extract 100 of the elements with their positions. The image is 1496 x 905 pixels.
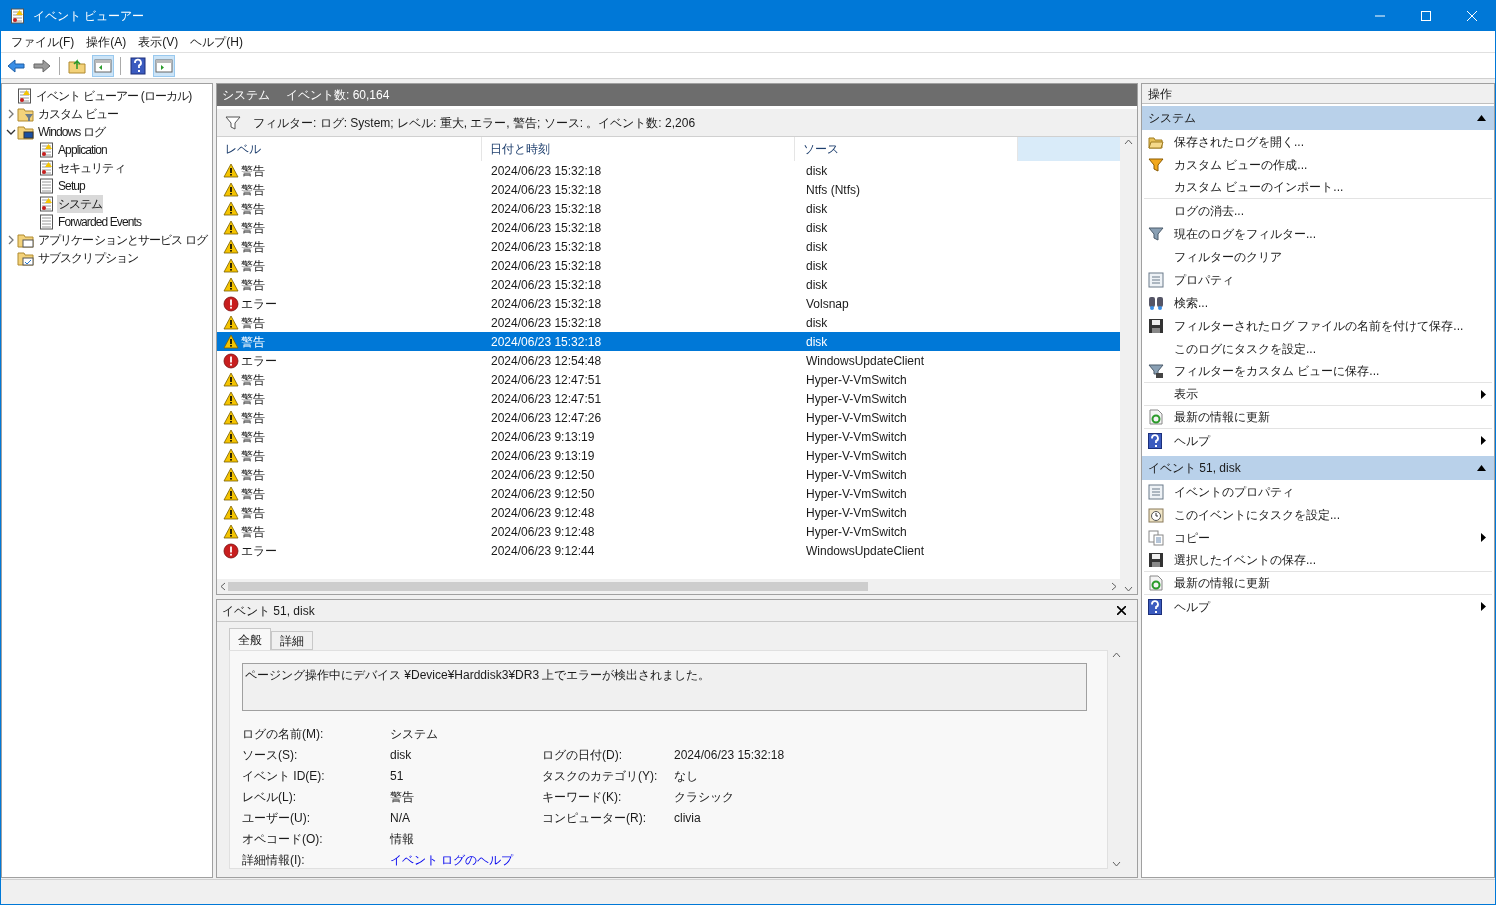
tree-item[interactable]: セキュリティ (57, 159, 126, 177)
level-text: 警告 (241, 257, 265, 275)
action-item[interactable]: 最新の情報に更新 (1144, 572, 1492, 595)
event-row[interactable]: 警告 2024/06/23 15:32:18 disk (217, 161, 1120, 180)
vertical-scrollbar[interactable] (1120, 137, 1137, 594)
tree-item[interactable]: Windows ログ (37, 123, 106, 141)
error-icon (223, 295, 239, 312)
action-item[interactable]: コピー (1144, 526, 1492, 549)
event-row[interactable]: 警告 2024/06/23 9:13:19 Hyper-V-VmSwitch (217, 427, 1120, 446)
field-value: disk (390, 747, 412, 764)
detail-tab[interactable]: 詳細 (271, 631, 313, 650)
warning-icon (223, 220, 239, 235)
action-item[interactable]: カスタム ビューのインポート... (1144, 176, 1492, 199)
event-row[interactable]: 警告 2024/06/23 9:12:48 Hyper-V-VmSwitch (217, 522, 1120, 541)
level-text: 警告 (241, 390, 265, 408)
log-icon (39, 214, 54, 230)
action-item[interactable]: 最新の情報に更新 (1144, 406, 1492, 429)
menu-item[interactable]: 操作(A) (80, 32, 133, 51)
tree-item[interactable]: Application (57, 141, 108, 159)
collapse-triangle-icon[interactable] (1477, 465, 1486, 471)
column-header[interactable]: レベル (217, 137, 482, 161)
scroll-up-icon[interactable] (1112, 652, 1121, 658)
scroll-right-icon[interactable] (1111, 582, 1117, 591)
action-item[interactable]: 表示 (1144, 383, 1492, 406)
detail-tab[interactable]: 全般 (229, 628, 271, 650)
tree-item[interactable]: アプリケーションとサービス ログ (37, 231, 208, 249)
scroll-up-icon[interactable] (1124, 139, 1133, 145)
event-row[interactable]: 警告 2024/06/23 15:32:18 disk (217, 256, 1120, 275)
event-row[interactable]: エラー 2024/06/23 9:12:44 WindowsUpdateClient (217, 541, 1120, 560)
expand-chevron-icon[interactable] (7, 109, 15, 119)
action-item[interactable]: 検索... (1144, 291, 1492, 314)
action-item[interactable]: プロパティ (1144, 268, 1492, 291)
tree-item[interactable]: Setup (57, 177, 86, 195)
menu-item[interactable]: ヘルプ(H) (184, 32, 249, 51)
section-header[interactable]: システム (1142, 106, 1494, 130)
event-row[interactable]: 警告 2024/06/23 12:47:26 Hyper-V-VmSwitch (217, 408, 1120, 427)
tree-item[interactable]: イベント ビューアー (ローカル) (35, 87, 193, 105)
event-row[interactable]: 警告 2024/06/23 9:12:48 Hyper-V-VmSwitch (217, 503, 1120, 522)
action-item[interactable]: このログにタスクを設定... (1144, 337, 1492, 360)
filter-summary: フィルター: ログ: System; レベル: 重大, エラー, 警告; ソース: 。イベント数: 2,206 (253, 114, 696, 132)
tree-item[interactable]: システム (57, 195, 104, 213)
event-row[interactable]: 警告 2024/06/23 15:32:18 disk (217, 275, 1120, 294)
scroll-down-icon[interactable] (1124, 586, 1133, 592)
action-item[interactable]: 現在のログをフィルター... (1144, 222, 1492, 245)
event-row[interactable]: 警告 2024/06/23 12:47:51 Hyper-V-VmSwitch (217, 370, 1120, 389)
action-item[interactable]: 保存されたログを開く... (1144, 130, 1492, 153)
tree-item[interactable]: Forwarded Events (57, 213, 142, 231)
date-time-text: 2024/06/23 9:13:19 (491, 448, 595, 463)
action-item[interactable]: カスタム ビューの作成... (1144, 153, 1492, 176)
warning-icon (223, 334, 239, 349)
field-label: ログの名前(M): (242, 726, 325, 743)
field-value: クラシック (674, 789, 734, 806)
horizontal-scrollbar[interactable] (217, 579, 1120, 594)
tree-item[interactable]: サブスクリプション (37, 249, 139, 267)
column-header[interactable]: ソース (794, 137, 1018, 161)
collapse-triangle-icon[interactable] (1477, 115, 1486, 121)
column-header[interactable]: 日付と時刻 (481, 137, 795, 161)
level-text: 警告 (241, 238, 265, 256)
close-icon[interactable] (1117, 606, 1126, 615)
date-time-text: 2024/06/23 9:13:19 (491, 429, 595, 444)
expand-chevron-icon[interactable] (7, 235, 15, 245)
action-item[interactable]: このイベントにタスクを設定... (1144, 503, 1492, 526)
section-header[interactable]: イベント 51, disk (1142, 456, 1494, 480)
action-item[interactable]: フィルターをカスタム ビューに保存... (1144, 360, 1492, 383)
event-row[interactable]: エラー 2024/06/23 12:54:48 WindowsUpdateClient (217, 351, 1120, 370)
refresh-icon (1148, 409, 1164, 425)
menu-item[interactable]: 表示(V) (132, 32, 185, 51)
tree-item[interactable]: カスタム ビュー (37, 105, 120, 123)
action-item[interactable]: イベントのプロパティ (1144, 480, 1492, 503)
event-row[interactable]: 警告 2024/06/23 15:32:18 disk (217, 218, 1120, 237)
field-label: オペコード(O): (242, 831, 324, 848)
source-text: Ntfs (Ntfs) (806, 182, 860, 197)
level-text: エラー (241, 542, 277, 560)
scroll-left-icon[interactable] (220, 582, 226, 591)
level-text: 警告 (241, 219, 265, 237)
event-row[interactable]: 警告 2024/06/23 9:12:50 Hyper-V-VmSwitch (217, 465, 1120, 484)
action-item[interactable]: フィルターされたログ ファイルの名前を付けて保存... (1144, 314, 1492, 337)
action-item[interactable]: フィルターのクリア (1144, 245, 1492, 268)
date-time-text: 2024/06/23 15:32:18 (491, 315, 602, 330)
scroll-down-icon[interactable] (1112, 861, 1121, 867)
collapse-chevron-icon[interactable] (6, 128, 16, 136)
event-row[interactable]: 警告 2024/06/23 15:32:18 Ntfs (Ntfs) (217, 180, 1120, 199)
event-row[interactable]: エラー 2024/06/23 15:32:18 Volsnap (217, 294, 1120, 313)
event-row[interactable]: 警告 2024/06/23 15:32:18 disk (217, 332, 1120, 351)
event-row[interactable]: 警告 2024/06/23 15:32:18 disk (217, 199, 1120, 218)
action-item[interactable]: ヘルプ (1144, 429, 1492, 452)
source-text: Volsnap (806, 296, 849, 311)
action-item[interactable]: 選択したイベントの保存... (1144, 549, 1492, 572)
menu-item[interactable]: ファイル(F) (5, 32, 81, 51)
level-text: 警告 (241, 523, 265, 541)
event-row[interactable]: 警告 2024/06/23 15:32:18 disk (217, 237, 1120, 256)
event-row[interactable]: 警告 2024/06/23 9:13:19 Hyper-V-VmSwitch (217, 446, 1120, 465)
event-row[interactable]: 警告 2024/06/23 9:12:50 Hyper-V-VmSwitch (217, 484, 1120, 503)
event-row[interactable]: 警告 2024/06/23 15:32:18 disk (217, 313, 1120, 332)
event-row[interactable]: 警告 2024/06/23 12:47:51 Hyper-V-VmSwitch (217, 389, 1120, 408)
help-link[interactable]: イベント ログのヘルプ (390, 851, 514, 868)
action-item[interactable]: ログの消去... (1144, 199, 1492, 222)
scrollbar-thumb[interactable] (228, 582, 868, 591)
maximize-icon[interactable] (1421, 11, 1431, 21)
action-item[interactable]: ヘルプ (1144, 595, 1492, 618)
